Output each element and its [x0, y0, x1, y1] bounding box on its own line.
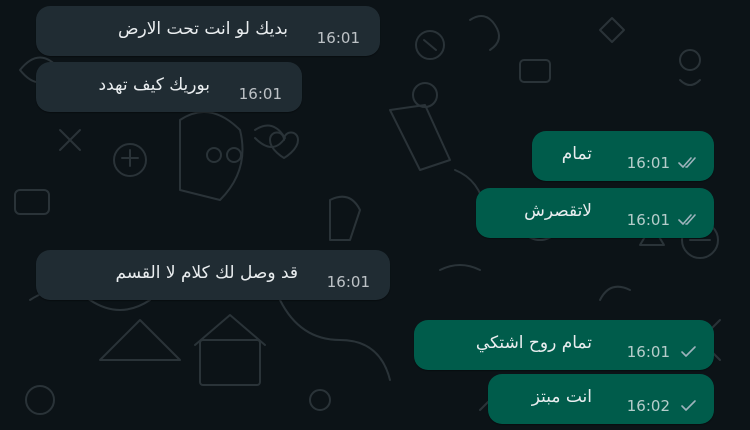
- message-text: تمام: [561, 144, 592, 164]
- message-bubble-outgoing[interactable]: تمام روح اشتكي 16:01: [414, 320, 714, 370]
- message-text: بديك لو انت تحت الارض: [117, 19, 288, 39]
- message-text: انت مبتز: [531, 387, 592, 407]
- message-meta: 16:01: [239, 85, 282, 103]
- single-check-icon: [678, 399, 700, 413]
- message-meta: 16:02: [627, 397, 700, 415]
- message-text: لاتقصرش: [524, 201, 592, 221]
- message-text: قد وصل لك كلام لا القسم: [115, 263, 298, 283]
- message-meta: 16:01: [627, 211, 700, 229]
- message-bubble-outgoing[interactable]: تمام 16:01: [532, 131, 714, 181]
- message-meta: 16:01: [627, 154, 700, 172]
- double-check-icon: [678, 156, 700, 170]
- double-check-icon: [678, 213, 700, 227]
- message-bubble-incoming[interactable]: قد وصل لك كلام لا القسم 16:01: [36, 250, 390, 300]
- message-time: 16:01: [326, 273, 370, 291]
- message-time: 16:02: [626, 397, 670, 415]
- message-meta: 16:01: [327, 273, 370, 291]
- message-meta: 16:01: [627, 343, 700, 361]
- message-time: 16:01: [626, 343, 670, 361]
- message-bubble-outgoing[interactable]: لاتقصرش 16:01: [476, 188, 714, 238]
- message-bubble-incoming[interactable]: بوريك كيف تهدد 16:01: [36, 62, 302, 112]
- message-text: بوريك كيف تهدد: [98, 75, 210, 95]
- message-meta: 16:01: [317, 29, 360, 47]
- message-time: 16:01: [316, 29, 360, 47]
- message-bubble-outgoing[interactable]: انت مبتز 16:02: [488, 374, 714, 424]
- message-time: 16:01: [626, 154, 670, 172]
- message-time: 16:01: [626, 211, 670, 229]
- message-bubble-incoming[interactable]: بديك لو انت تحت الارض 16:01: [36, 6, 380, 56]
- message-time: 16:01: [238, 85, 282, 103]
- single-check-icon: [678, 345, 700, 359]
- message-text: تمام روح اشتكي: [475, 333, 592, 353]
